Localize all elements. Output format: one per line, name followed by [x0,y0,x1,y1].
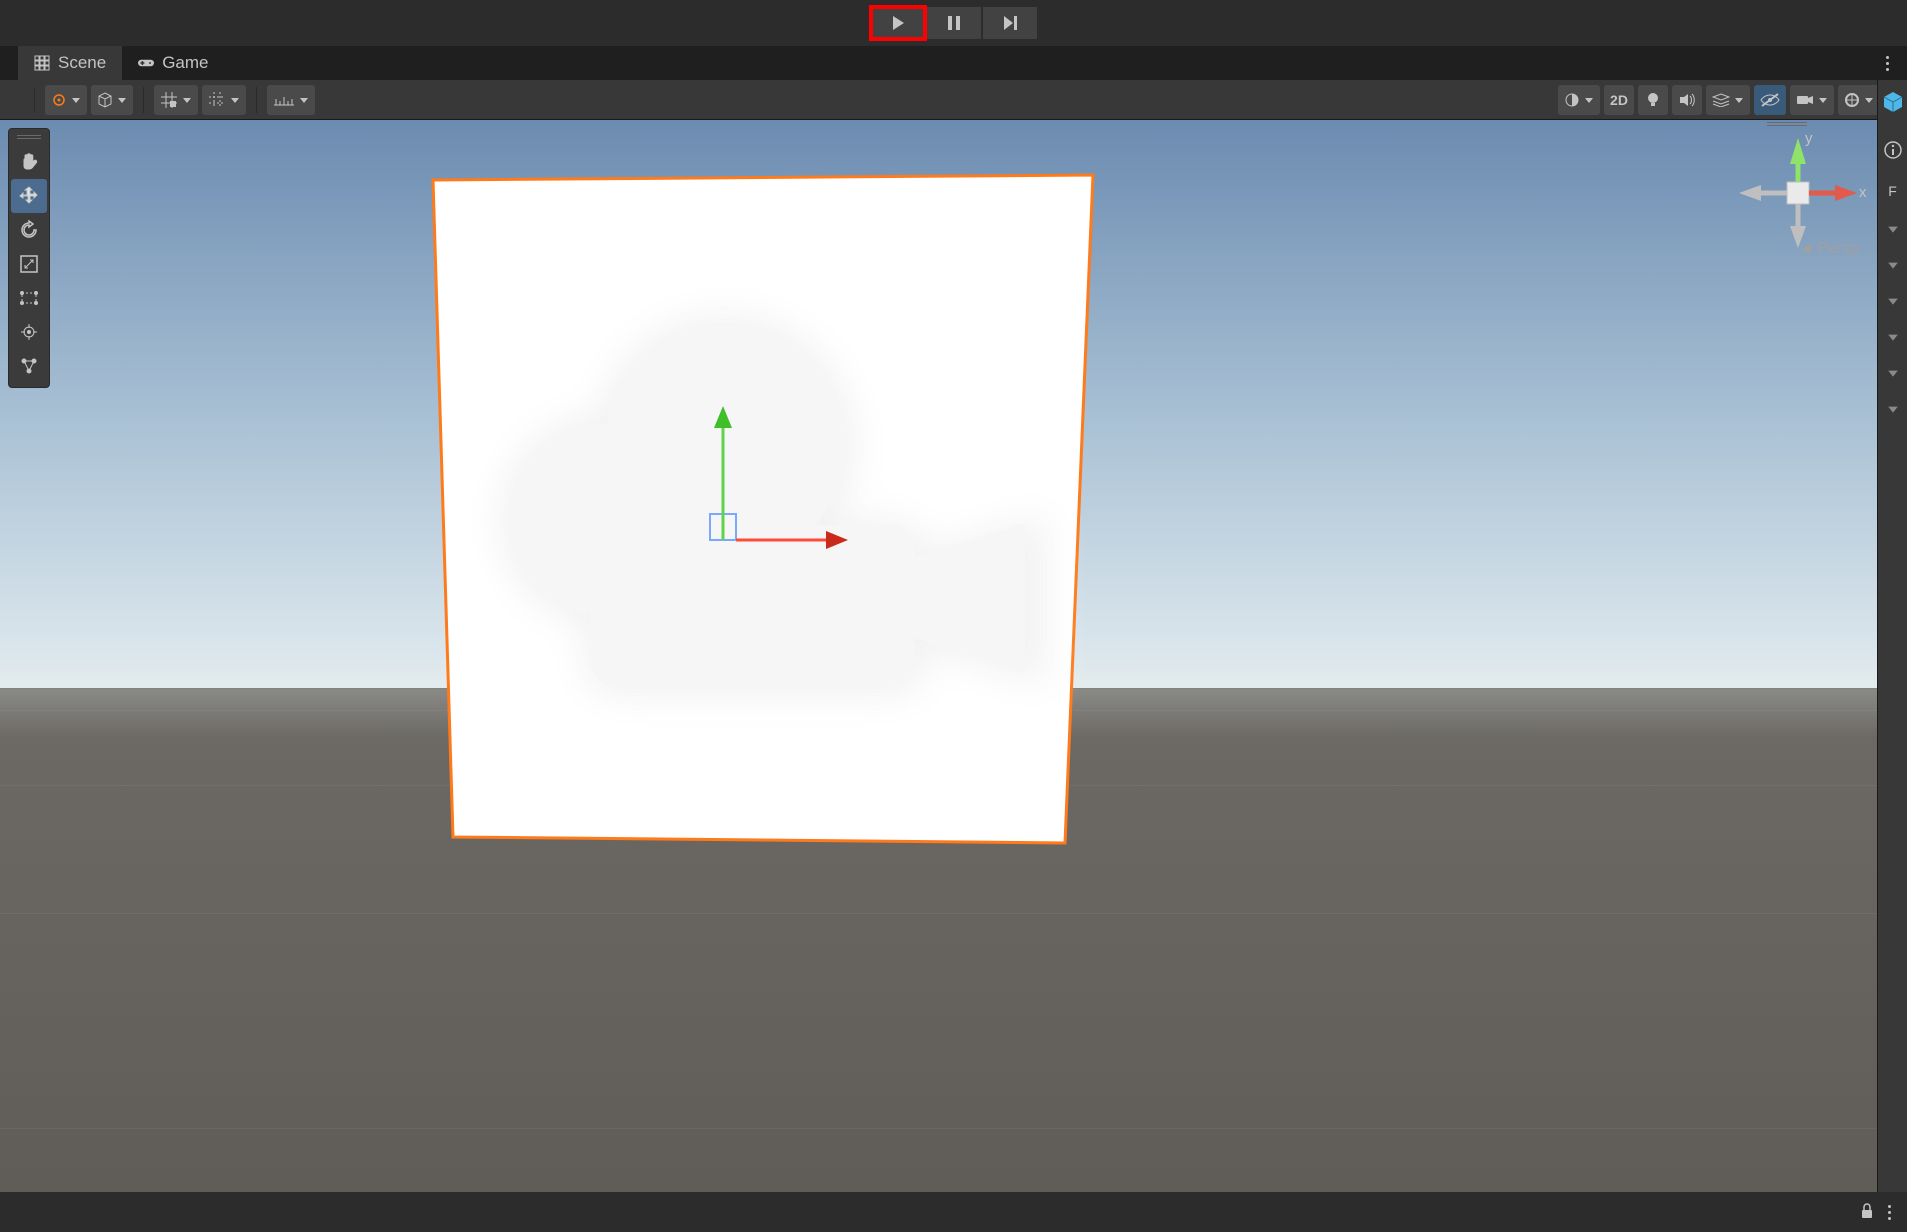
tab-scene-label: Scene [58,53,106,73]
scene-toolbar: 2D [0,80,1907,120]
eye-off-icon [1760,93,1780,107]
pause-button[interactable] [927,7,981,39]
status-menu-button[interactable] [1888,1205,1891,1220]
hand-tool[interactable] [11,145,47,179]
package-icon[interactable] [1881,90,1905,117]
pivot-icon [51,92,67,108]
hand-icon [19,152,39,172]
cube-icon [97,92,113,108]
fx-dropdown[interactable] [1706,85,1750,115]
grid-snapping-dropdown[interactable] [154,85,198,115]
chevron-down-icon [1734,95,1744,105]
toggle-2d-label: 2D [1610,92,1628,108]
ruler-icon [273,94,295,106]
ruler-dropdown[interactable] [267,85,315,115]
tab-scene[interactable]: Scene [18,46,122,80]
custom-editor-icon [19,356,39,376]
hidden-objects-toggle[interactable] [1754,85,1786,115]
step-button[interactable] [983,7,1037,39]
chevron-down-icon [71,95,81,105]
projection-toggle[interactable]: Persp [1799,240,1859,258]
combined-transform-icon [19,322,39,342]
lightbulb-icon [1646,92,1660,108]
rect-icon [19,288,39,308]
lock-icon [1860,1203,1874,1219]
info-icon[interactable] [1884,141,1902,159]
chevron-down-icon [299,95,309,105]
rotate-icon [19,220,39,240]
palette-drag-handle[interactable] [17,133,41,141]
camera-small-icon [1796,94,1814,106]
chevron-down-icon [117,95,127,105]
lock-button[interactable] [1860,1203,1874,1222]
snap-increment-icon [208,91,226,109]
chevron-down-icon[interactable] [1887,295,1899,307]
tab-game-label: Game [162,53,208,73]
chevron-down-icon [182,95,192,105]
playback-toolbar [0,0,1907,46]
pivot-rotation-dropdown[interactable] [91,85,133,115]
chevron-down-icon[interactable] [1887,331,1899,343]
grid-snap-icon [160,91,178,109]
axis-x-label: x [1859,184,1867,201]
overlay-drag-handle[interactable] [1767,122,1807,128]
gizmo-toggle-icon [1844,92,1860,108]
right-strip-f-label: F [1888,183,1897,199]
play-button[interactable] [871,7,925,39]
pivot-mode-dropdown[interactable] [45,85,87,115]
rect-tool[interactable] [11,281,47,315]
gizmos-dropdown[interactable] [1838,85,1880,115]
speaker-icon [1679,93,1695,107]
chevron-down-icon[interactable] [1887,403,1899,415]
layers-stack-icon [1712,93,1730,107]
transform-tool[interactable] [11,315,47,349]
triangle-left-icon [1799,243,1813,255]
projection-label: Persp [1817,240,1859,258]
scale-tool[interactable] [11,247,47,281]
chevron-down-icon [1864,95,1874,105]
gamepad-icon [138,55,154,71]
chevron-down-icon [230,95,240,105]
move-icon [19,186,39,206]
chevron-down-icon[interactable] [1887,223,1899,235]
scale-icon [19,254,39,274]
custom-tool[interactable] [11,349,47,383]
playback-group [871,7,1037,39]
right-panel-collapsed: F [1877,80,1907,1192]
snap-increment-dropdown[interactable] [202,85,246,115]
tab-menu-button[interactable] [1886,46,1889,80]
grid-icon [34,55,50,71]
chevron-down-icon[interactable] [1887,259,1899,271]
view-tabs: Scene Game [0,46,1907,80]
move-tool[interactable] [11,179,47,213]
selected-quad[interactable] [405,165,1125,855]
chevron-down-icon [1818,95,1828,105]
rotate-tool[interactable] [11,213,47,247]
shaded-icon [1564,92,1580,108]
lighting-toggle[interactable] [1638,85,1668,115]
draw-mode-dropdown[interactable] [1558,85,1600,115]
tab-game[interactable]: Game [122,46,224,80]
camera-dropdown[interactable] [1790,85,1834,115]
scene-viewport[interactable]: y x Persp [0,120,1907,1192]
toggle-2d-button[interactable]: 2D [1604,85,1634,115]
chevron-down-icon[interactable] [1887,367,1899,379]
status-bar [0,1192,1907,1232]
tool-palette [8,128,50,388]
chevron-down-icon [1584,95,1594,105]
audio-toggle[interactable] [1672,85,1702,115]
axis-y-label: y [1805,130,1813,147]
